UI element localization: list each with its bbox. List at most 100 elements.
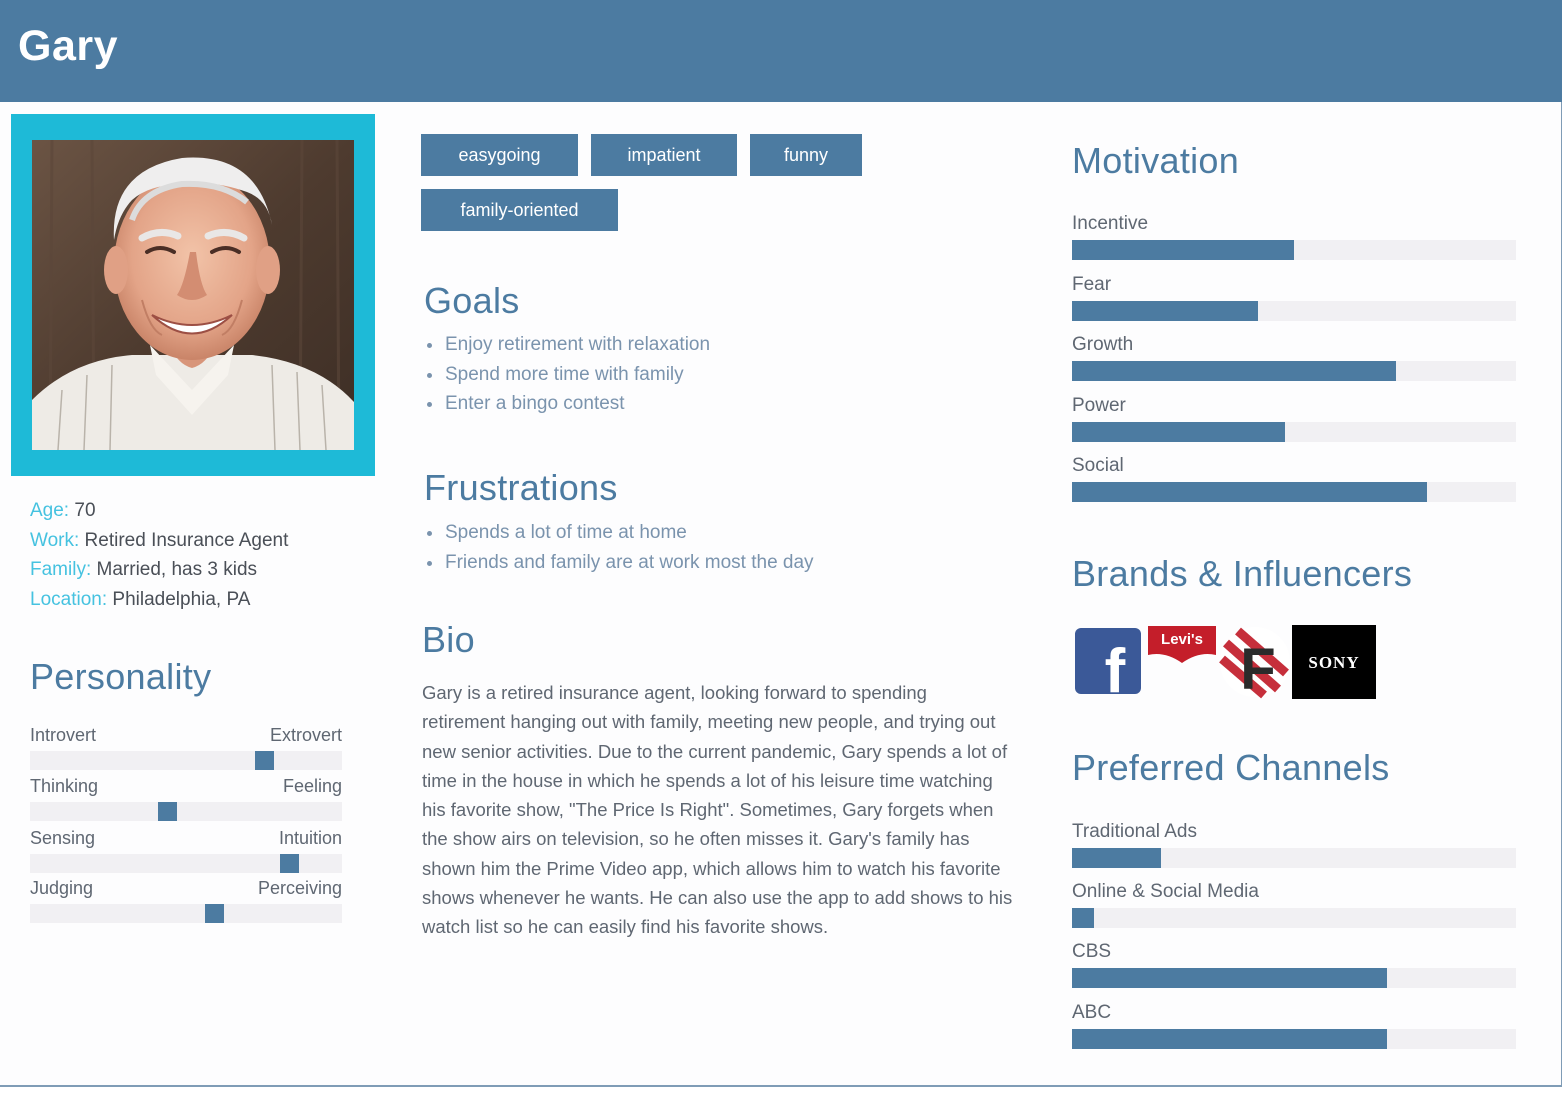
- persona-facts: Age: 70 Work: Retired Insurance Agent Fa…: [30, 496, 370, 614]
- levis-text: Levi's: [1161, 631, 1203, 648]
- trait-right-label: Intuition: [278, 828, 342, 848]
- motivation-growth: Growth: [1072, 333, 1516, 381]
- trait-track: [30, 751, 342, 770]
- bar-fill: [1072, 361, 1397, 381]
- bar-track: [1072, 908, 1516, 928]
- fact-age: Age: 70: [30, 496, 370, 526]
- header-bar: Gary: [0, 0, 1562, 102]
- trait-right-label: Extrovert: [269, 725, 342, 745]
- trait-marker: [255, 751, 274, 770]
- fact-value: Retired Insurance Agent: [84, 529, 289, 551]
- frustrations-list: Spends a lot of time at home Friends and…: [425, 518, 814, 577]
- bar-track: [1072, 301, 1516, 321]
- bar-track: [1072, 361, 1516, 381]
- trait-marker: [158, 802, 178, 821]
- trait-right-label: Perceiving: [257, 878, 342, 898]
- bar-label: Power: [1072, 395, 1126, 416]
- bar-label: Social: [1072, 455, 1124, 476]
- bar-label: Fear: [1072, 274, 1112, 295]
- goals-list: Enjoy retirement with relaxation Spend m…: [425, 330, 710, 419]
- photo-frame: [11, 114, 375, 476]
- channel-abc: ABC: [1072, 1001, 1516, 1049]
- bar-label: CBS: [1072, 941, 1112, 962]
- trait-thinking-feeling: Thinking Feeling: [30, 776, 342, 821]
- trait-judging-perceiving: Judging Perceiving: [30, 878, 342, 923]
- tag-funny: funny: [750, 134, 862, 176]
- fact-location: Location: Philadelphia, PA: [30, 585, 370, 615]
- trait-marker: [279, 854, 299, 873]
- bar-track: [1072, 422, 1516, 442]
- channel-online-social: Online & Social Media: [1072, 880, 1516, 928]
- bar-fill: [1072, 848, 1161, 868]
- bar-fill: [1072, 301, 1259, 321]
- sony-text: SONY: [1308, 653, 1359, 672]
- bar-track: [1072, 240, 1516, 260]
- trait-left-label: Sensing: [30, 828, 96, 848]
- fact-family: Family: Married, has 3 kids: [30, 555, 370, 585]
- bar-track: [1072, 1029, 1516, 1049]
- list-item: Enter a bingo contest: [425, 389, 710, 419]
- facebook-icon: f: [1075, 628, 1141, 706]
- bar-label: Incentive: [1072, 213, 1149, 234]
- portrait-image: [32, 140, 354, 450]
- sony-icon: SONY: [1292, 625, 1376, 699]
- trait-right-label: Feeling: [282, 776, 342, 796]
- bar-label: Traditional Ads: [1072, 821, 1197, 842]
- bar-label: Growth: [1072, 334, 1134, 355]
- channel-traditional-ads: Traditional Ads: [1072, 820, 1516, 868]
- persona-name: Gary: [18, 22, 119, 70]
- bar-fill: [1072, 968, 1388, 988]
- bar-fill: [1072, 240, 1294, 260]
- trait-left-label: Introvert: [30, 725, 97, 745]
- list-item: Enjoy retirement with relaxation: [425, 330, 710, 360]
- bio-text: Gary is a retired insurance agent, looki…: [422, 682, 1013, 938]
- fact-label: Family:: [30, 559, 92, 580]
- bar-track: [1072, 968, 1516, 988]
- fact-label: Work:: [30, 529, 80, 551]
- fact-value: Philadelphia, PA: [112, 588, 251, 610]
- motivation-social: Social: [1072, 454, 1516, 502]
- list-item: Friends and family are at work most the …: [425, 548, 814, 578]
- fact-value: Married, has 3 kids: [96, 559, 258, 580]
- motivation-incentive: Incentive: [1072, 212, 1516, 260]
- bar-fill: [1072, 908, 1095, 928]
- frustrations-title: Frustrations: [424, 467, 618, 508]
- f-brand-icon: F: [1219, 627, 1290, 702]
- tag-family-oriented: family-oriented: [421, 189, 618, 231]
- f-brand-logo: F: [1218, 625, 1292, 704]
- trait-track: [30, 904, 342, 923]
- bar-fill: [1072, 1029, 1388, 1049]
- list-item: Spend more time with family: [425, 360, 710, 390]
- list-item: Spends a lot of time at home: [425, 518, 814, 548]
- channels-title: Preferred Channels: [1072, 747, 1390, 788]
- tag-impatient: impatient: [591, 134, 737, 176]
- sony-logo: SONY: [1292, 625, 1376, 704]
- bio-title: Bio: [422, 619, 475, 660]
- facebook-glyph: f: [1105, 637, 1126, 694]
- fact-value: 70: [74, 500, 96, 521]
- bar-track: [1072, 848, 1516, 868]
- trait-introvert-extrovert: Introvert Extrovert: [30, 725, 342, 770]
- trait-track: [30, 802, 342, 821]
- levis-icon: Levi's: [1148, 626, 1216, 663]
- personality-title: Personality: [30, 656, 212, 697]
- motivation-title: Motivation: [1072, 140, 1240, 181]
- fact-label: Age:: [30, 500, 70, 521]
- bar-fill: [1072, 422, 1286, 442]
- bar-track: [1072, 482, 1516, 502]
- trait-left-label: Judging: [30, 878, 94, 898]
- bar-label: Online & Social Media: [1072, 881, 1259, 902]
- bar-label: ABC: [1072, 1002, 1112, 1023]
- levis-logo: Levi's: [1147, 625, 1217, 672]
- f-brand-glyph: F: [1240, 637, 1275, 699]
- motivation-power: Power: [1072, 394, 1516, 442]
- trait-track: [30, 854, 342, 873]
- trait-left-label: Thinking: [30, 776, 99, 796]
- persona-photo: [32, 140, 354, 450]
- trait-sensing-intuition: Sensing Intuition: [30, 828, 342, 873]
- channel-cbs: CBS: [1072, 940, 1516, 988]
- motivation-fear: Fear: [1072, 273, 1516, 321]
- bar-fill: [1072, 482, 1428, 502]
- fact-label: Location:: [30, 588, 108, 610]
- trait-marker: [205, 904, 225, 923]
